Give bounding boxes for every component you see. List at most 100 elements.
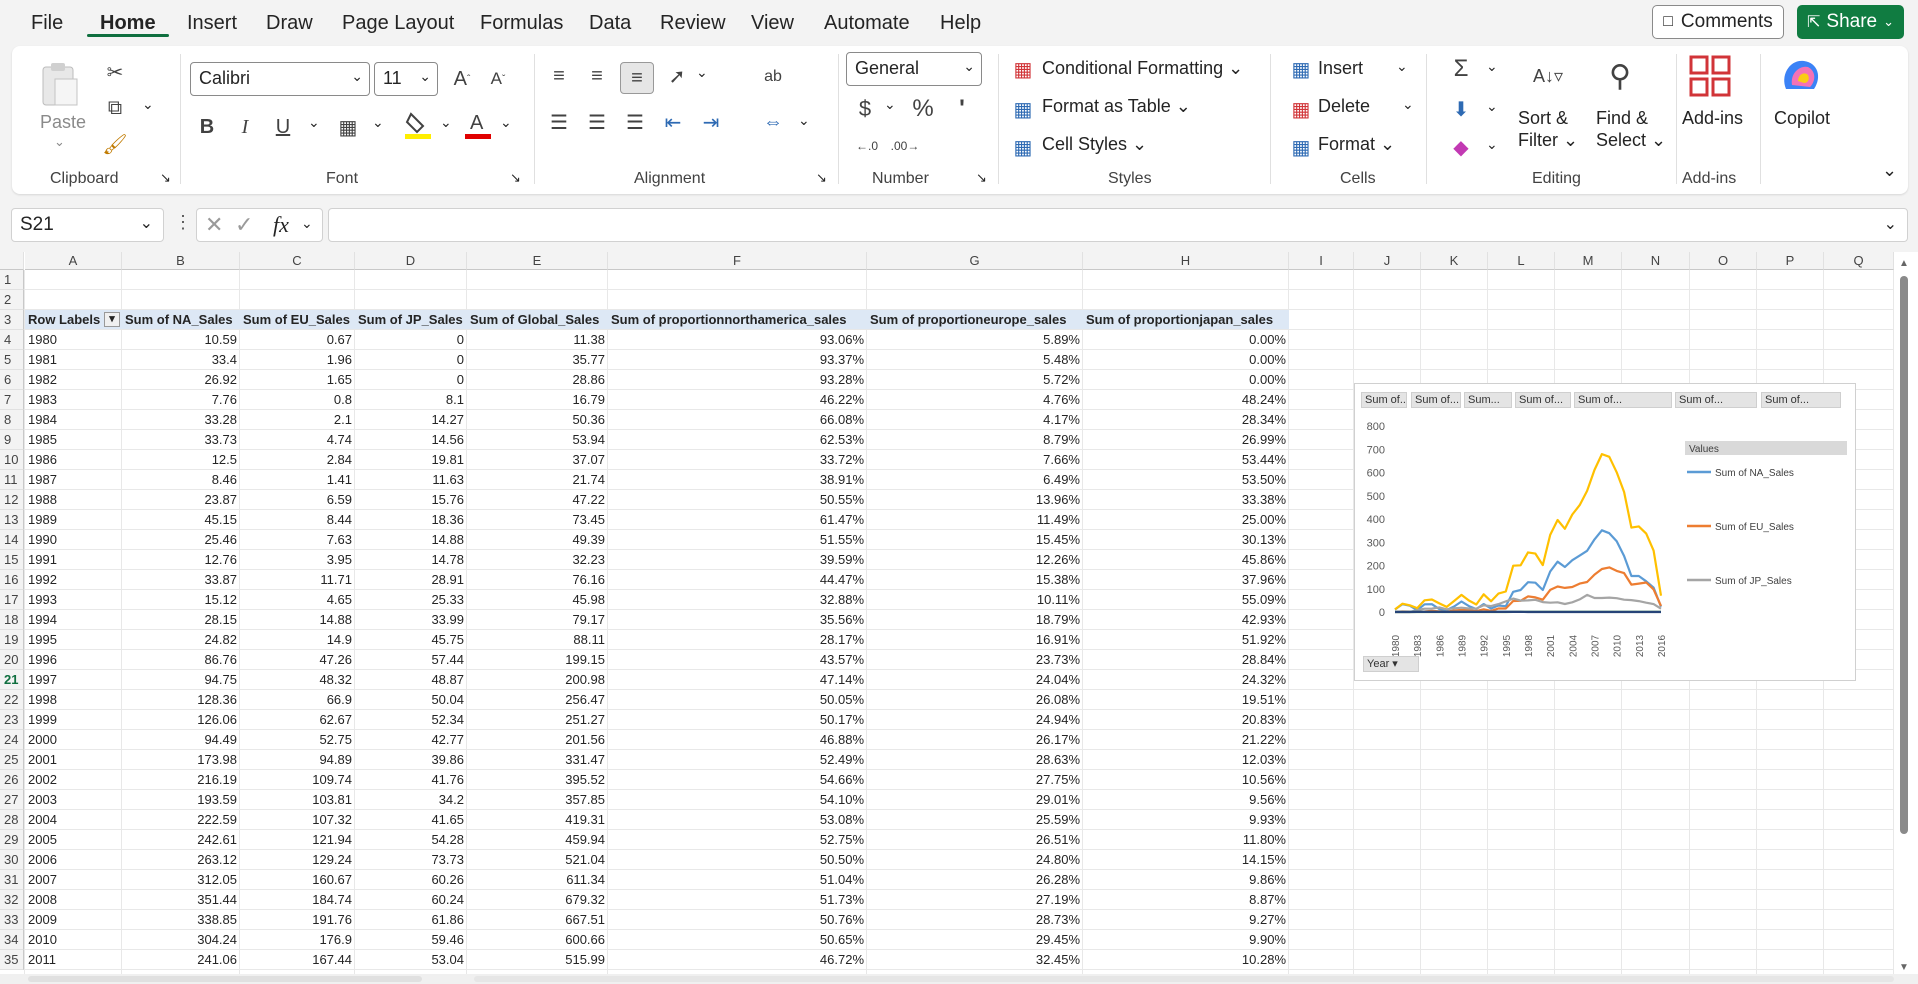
pivot-value-cell[interactable]: 28.86 <box>467 370 608 390</box>
pivot-value-cell[interactable]: 94.49 <box>122 730 240 750</box>
format-as-table-button[interactable]: Format as Table ⌄ <box>1042 96 1191 117</box>
horizontal-scrollbar[interactable] <box>0 974 1918 984</box>
pivot-value-cell[interactable]: 9.90% <box>1083 930 1289 950</box>
find-select-label-2[interactable]: Select ⌄ <box>1596 130 1666 151</box>
pivot-value-cell[interactable]: 1.96 <box>240 350 355 370</box>
pivot-value-cell[interactable]: 35.77 <box>467 350 608 370</box>
pivot-value-cell[interactable]: 53.94 <box>467 430 608 450</box>
row-header-30[interactable]: 30 <box>0 850 24 870</box>
pivot-value-cell[interactable]: 173.98 <box>122 750 240 770</box>
row-header-14[interactable]: 14 <box>0 530 24 550</box>
pivot-value-cell[interactable]: 42.77 <box>355 730 467 750</box>
pivot-value-cell[interactable]: 611.34 <box>467 870 608 890</box>
name-box[interactable]: S21 ⌄ <box>11 208 164 242</box>
row-header-33[interactable]: 33 <box>0 910 24 930</box>
pivot-value-cell[interactable]: 51.55% <box>608 530 867 550</box>
pivot-value-cell[interactable]: 27.75% <box>867 770 1083 790</box>
pivot-value-cell[interactable]: 39.59% <box>608 550 867 570</box>
pivot-value-cell[interactable]: 33.28 <box>122 410 240 430</box>
pivot-value-cell[interactable]: 4.74 <box>240 430 355 450</box>
row-label[interactable]: 2004 <box>25 810 122 830</box>
row-label[interactable]: 2006 <box>25 850 122 870</box>
pivot-value-cell[interactable]: 46.72% <box>608 950 867 970</box>
pivot-value-cell[interactable]: 49.39 <box>467 530 608 550</box>
clipboard-launcher-icon[interactable]: ↘ <box>160 170 171 186</box>
tab-page-layout[interactable]: Page Layout <box>342 12 454 35</box>
pivot-value-cell[interactable]: 351.44 <box>122 890 240 910</box>
row-header-15[interactable]: 15 <box>0 550 24 570</box>
scroll-track[interactable] <box>474 976 1894 982</box>
insert-cells-button[interactable]: Insert <box>1318 58 1363 79</box>
pivot-value-cell[interactable]: 33.99 <box>355 610 467 630</box>
row-label[interactable]: 1998 <box>25 690 122 710</box>
underline-dropdown-icon[interactable]: ⌄ <box>308 114 320 131</box>
pivot-value-cell[interactable]: 35.56% <box>608 610 867 630</box>
sort-filter-icon[interactable]: A↓▿ <box>1524 54 1572 98</box>
row-label[interactable]: 1984 <box>25 410 122 430</box>
pivot-value-cell[interactable]: 86.76 <box>122 650 240 670</box>
pivot-value-cell[interactable]: 14.15% <box>1083 850 1289 870</box>
row-header-13[interactable]: 13 <box>0 510 24 530</box>
pivot-value-cell[interactable]: 48.32 <box>240 670 355 690</box>
column-header-o[interactable]: O <box>1690 252 1757 270</box>
increase-font-icon[interactable]: Aˆ <box>448 64 476 94</box>
row-header-34[interactable]: 34 <box>0 930 24 950</box>
pivot-value-cell[interactable]: 15.76 <box>355 490 467 510</box>
row-label[interactable]: 1990 <box>25 530 122 550</box>
expand-formula-icon[interactable]: ⌄ <box>1884 214 1897 234</box>
row-header-12[interactable]: 12 <box>0 490 24 510</box>
font-size-select[interactable]: 11 ⌄ <box>374 62 438 96</box>
pivot-value-cell[interactable]: 7.76 <box>122 390 240 410</box>
column-header-j[interactable]: J <box>1354 252 1421 270</box>
pivot-value-cell[interactable]: 50.76% <box>608 910 867 930</box>
row-header-20[interactable]: 20 <box>0 650 24 670</box>
pivot-value-cell[interactable]: 33.87 <box>122 570 240 590</box>
row-header-24[interactable]: 24 <box>0 730 24 750</box>
row-header-26[interactable]: 26 <box>0 770 24 790</box>
pivot-column-header[interactable]: Sum of EU_Sales <box>240 310 355 330</box>
pivot-value-cell[interactable]: 33.4 <box>122 350 240 370</box>
pivot-value-cell[interactable]: 18.79% <box>867 610 1083 630</box>
pivot-value-cell[interactable]: 0 <box>355 330 467 350</box>
pivot-column-header[interactable]: Sum of proportionjapan_sales <box>1083 310 1289 330</box>
conditional-formatting-button[interactable]: Conditional Formatting ⌄ <box>1042 58 1243 79</box>
comma-style-icon[interactable]: ʹ <box>952 94 972 124</box>
pivot-value-cell[interactable]: 9.86% <box>1083 870 1289 890</box>
pivot-value-cell[interactable]: 25.00% <box>1083 510 1289 530</box>
row-label[interactable]: 2010 <box>25 930 122 950</box>
row-label[interactable]: 1994 <box>25 610 122 630</box>
pivot-value-cell[interactable]: 52.49% <box>608 750 867 770</box>
pivot-value-cell[interactable]: 60.26 <box>355 870 467 890</box>
pivot-value-cell[interactable]: 0.67 <box>240 330 355 350</box>
row-label[interactable]: 2000 <box>25 730 122 750</box>
pivot-value-cell[interactable]: 12.03% <box>1083 750 1289 770</box>
row-header-5[interactable]: 5 <box>0 350 24 370</box>
pivot-value-cell[interactable]: 21.22% <box>1083 730 1289 750</box>
pivot-value-cell[interactable]: 7.66% <box>867 450 1083 470</box>
pivot-value-cell[interactable]: 191.76 <box>240 910 355 930</box>
row-label[interactable]: 1986 <box>25 450 122 470</box>
pivot-value-cell[interactable]: 251.27 <box>467 710 608 730</box>
pivot-value-cell[interactable]: 50.36 <box>467 410 608 430</box>
pivot-value-cell[interactable]: 8.46 <box>122 470 240 490</box>
pivot-value-cell[interactable]: 28.15 <box>122 610 240 630</box>
pivot-value-cell[interactable]: 93.28% <box>608 370 867 390</box>
pivot-value-cell[interactable]: 32.88% <box>608 590 867 610</box>
pivot-value-cell[interactable]: 25.33 <box>355 590 467 610</box>
pivot-value-cell[interactable]: 45.75 <box>355 630 467 650</box>
comments-button[interactable]: □ Comments <box>1652 5 1784 39</box>
tab-review[interactable]: Review <box>660 12 726 35</box>
pivot-value-cell[interactable]: 12.26% <box>867 550 1083 570</box>
pivot-value-cell[interactable]: 25.59% <box>867 810 1083 830</box>
pivot-value-cell[interactable]: 46.88% <box>608 730 867 750</box>
pivot-value-cell[interactable]: 1.65 <box>240 370 355 390</box>
row-label[interactable]: 2005 <box>25 830 122 850</box>
copy-icon[interactable]: ⧉ <box>100 94 130 122</box>
pivot-value-cell[interactable]: 44.47% <box>608 570 867 590</box>
pivot-value-cell[interactable]: 21.74 <box>467 470 608 490</box>
currency-dropdown-icon[interactable]: ⌄ <box>884 96 896 113</box>
pivot-value-cell[interactable]: 29.45% <box>867 930 1083 950</box>
add-ins-button[interactable]: Add-ins <box>1682 108 1743 129</box>
pivot-value-cell[interactable]: 54.28 <box>355 830 467 850</box>
pivot-value-cell[interactable]: 60.24 <box>355 890 467 910</box>
